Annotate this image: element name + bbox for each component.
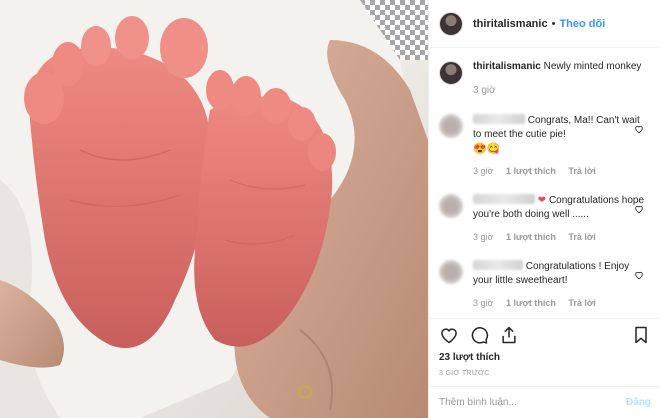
- bookmark-icon[interactable]: [631, 325, 651, 345]
- post-side-panel: thiritalismanic • Theo dõi thiritalisman…: [428, 0, 660, 418]
- comment-meta: 3 giờ 1 lượt thích Trả lời: [473, 164, 650, 178]
- share-icon[interactable]: [499, 325, 519, 345]
- caption: thiritalismanic Newly minted monkey 3 gi…: [439, 60, 650, 98]
- commenter-name-blurred[interactable]: [473, 114, 525, 124]
- post-timestamp[interactable]: 3 GIỜ TRƯỚC: [439, 370, 490, 377]
- commenter-avatar-blurred[interactable]: [439, 114, 463, 138]
- comment-like-icon[interactable]: [634, 204, 644, 214]
- comments-list[interactable]: thiritalismanic Newly minted monkey 3 gi…: [429, 48, 660, 318]
- comment-input[interactable]: [439, 397, 626, 408]
- author-username[interactable]: thiritalismanic: [473, 18, 548, 30]
- caption-text: Newly minted monkey: [543, 61, 642, 72]
- commenter-avatar-blurred[interactable]: [439, 260, 463, 284]
- comment-time: 3 giờ: [473, 298, 494, 308]
- comment-item: ❤ Congratulations hope you're both doing…: [439, 194, 650, 244]
- author-avatar[interactable]: [439, 11, 463, 36]
- commenter-name-blurred[interactable]: [473, 194, 535, 204]
- comment-like-icon[interactable]: [634, 124, 644, 134]
- comment-like-icon[interactable]: [634, 270, 644, 280]
- reply-button[interactable]: Trả lời: [568, 232, 595, 242]
- post-header: thiritalismanic • Theo dõi: [429, 0, 660, 48]
- comment-likes[interactable]: 1 lượt thích: [506, 298, 556, 308]
- caption-username[interactable]: thiritalismanic: [473, 61, 541, 72]
- comment-time: 3 giờ: [473, 232, 494, 242]
- post-photo[interactable]: [0, 0, 428, 418]
- comment-item: Congrats, Ma!! Can't wait to meet the cu…: [439, 114, 650, 178]
- comment-meta: 3 giờ 1 lượt thích Trả lời: [473, 296, 650, 310]
- comment-time: 3 giờ: [473, 166, 494, 176]
- reply-button[interactable]: Trả lời: [568, 166, 595, 176]
- likes-count[interactable]: 23 lượt thích: [439, 352, 500, 363]
- comment-meta: 3 giờ 1 lượt thích Trả lời: [473, 230, 650, 244]
- post-comment-button[interactable]: Đăng: [626, 397, 651, 408]
- author-avatar[interactable]: [439, 61, 463, 85]
- action-bar: [429, 318, 660, 350]
- commenter-name-blurred[interactable]: [473, 260, 523, 270]
- comment-bar: Đăng: [429, 386, 660, 418]
- comment-likes[interactable]: 1 lượt thích: [506, 232, 556, 242]
- commenter-avatar-blurred[interactable]: [439, 194, 463, 218]
- reply-button[interactable]: Trả lời: [568, 298, 595, 308]
- baby-feet-illustration: [0, 0, 428, 418]
- comment-item: Congratulations ! Enjoy your little swee…: [439, 260, 650, 310]
- like-heart-icon[interactable]: [439, 325, 459, 345]
- separator-dot: •: [551, 17, 556, 30]
- comment-likes[interactable]: 1 lượt thích: [506, 166, 556, 176]
- comment-emoji: 😍😋: [473, 143, 501, 155]
- caption-time: 3 giờ: [473, 85, 496, 96]
- red-heart-icon: ❤: [537, 195, 547, 206]
- follow-button[interactable]: Theo dõi: [559, 18, 605, 30]
- comment-bubble-icon[interactable]: [469, 325, 489, 345]
